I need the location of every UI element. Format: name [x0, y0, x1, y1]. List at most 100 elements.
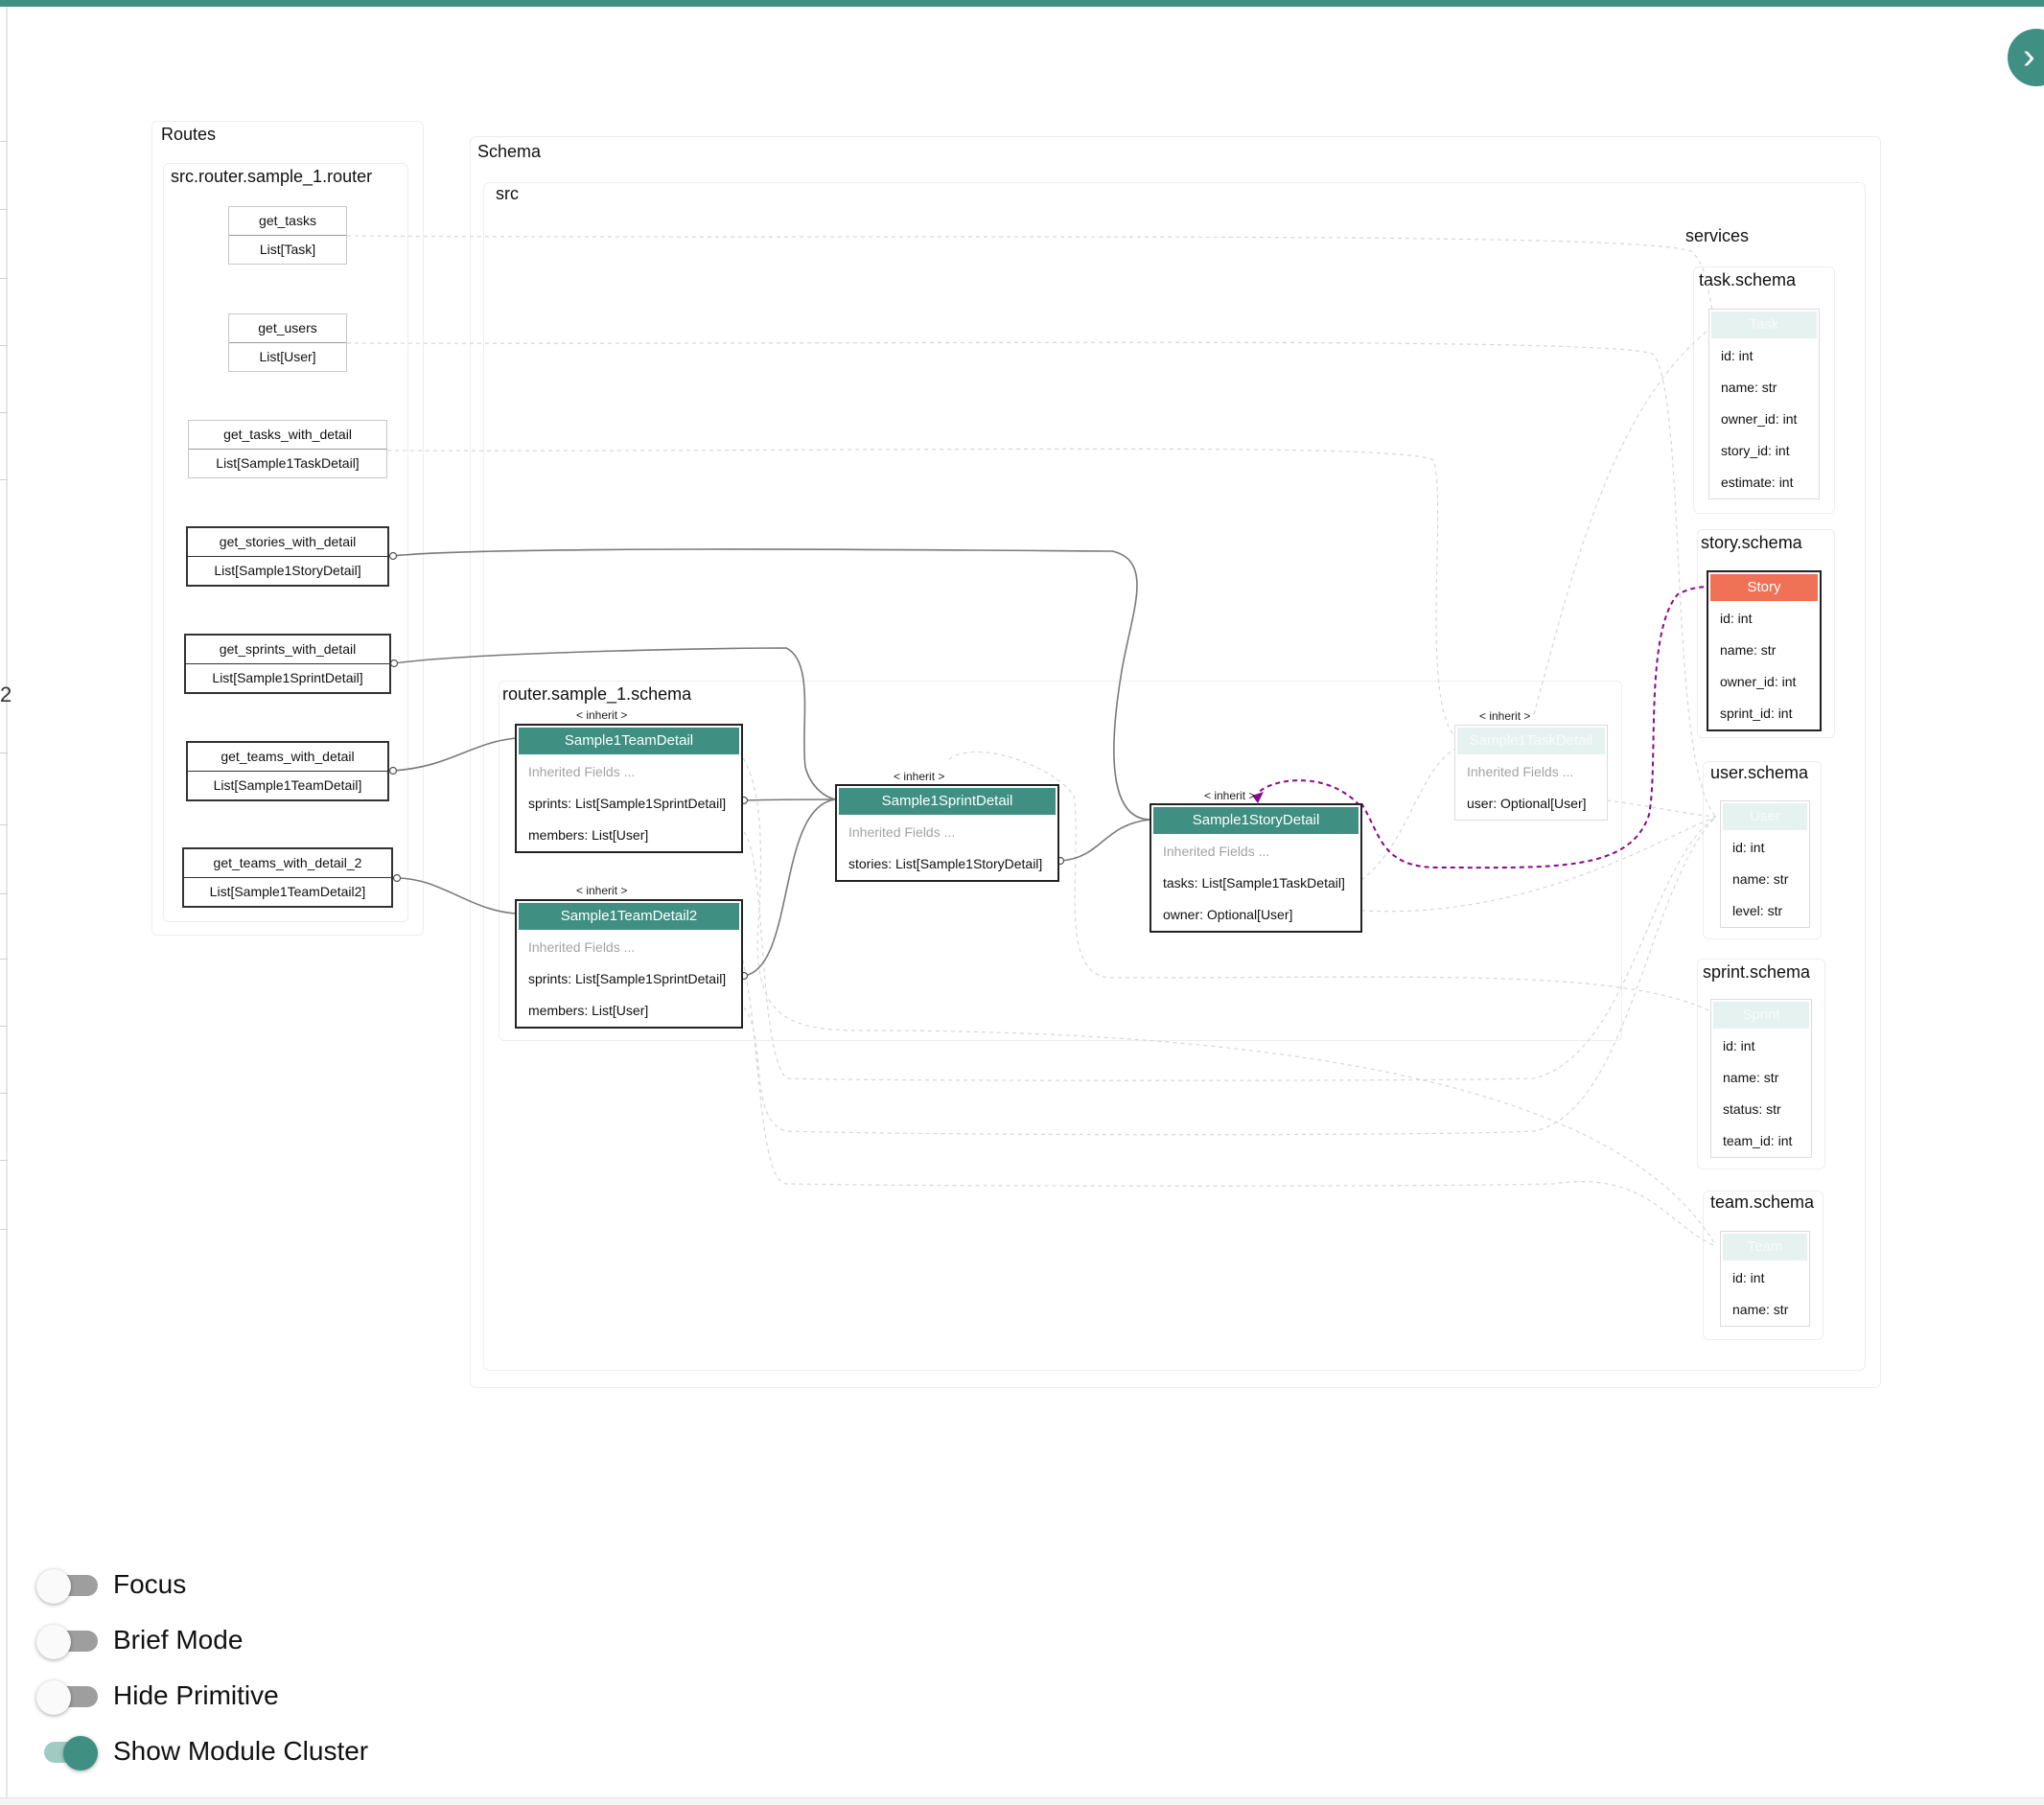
route-return-type: List[Sample1TeamDetail2]: [184, 877, 391, 906]
route-name: get_users: [258, 320, 317, 336]
route-name: get_teams_with_detail_2: [213, 855, 362, 870]
schema-title: Story: [1710, 574, 1818, 601]
schema-title: Sample1TeamDetail2: [519, 903, 739, 930]
schema-sample1-sprint-detail[interactable]: Sample1SprintDetail Inherited Fields ...…: [835, 784, 1059, 882]
toggle-switch[interactable]: [36, 1736, 100, 1770]
route-get-tasks-with-detail[interactable]: get_tasks_with_detail List[Sample1TaskDe…: [188, 420, 387, 478]
toggle-knob: [36, 1625, 71, 1659]
primary-edges: [392, 548, 1151, 977]
schema-field: owner_id: int: [1720, 674, 1797, 689]
schema-field: owner: Optional[User]: [1163, 907, 1293, 922]
edge-sprint-stories-to-story-detail: [1059, 819, 1151, 862]
schema-sample1-team-detail2[interactable]: Sample1TeamDetail2 Inherited Fields ... …: [515, 899, 743, 1029]
toggle-label: Hide Primitive: [113, 1680, 279, 1710]
schema-field: name: str: [1732, 1302, 1789, 1317]
route-name: get_sprints_with_detail: [219, 641, 357, 657]
schema-story[interactable]: Story id: int name: str owner_id: int sp…: [1707, 570, 1822, 731]
edge-story-detail-tasks-to-task-detail: [1360, 747, 1458, 881]
edge-get-teams-to-team-detail: [392, 737, 517, 772]
schema-field: name: str: [1723, 1070, 1779, 1085]
edge-task-detail-to-task: [1533, 323, 1717, 715]
toggle-label: Show Module Cluster: [113, 1736, 369, 1766]
schema-title: Task: [1711, 312, 1817, 338]
edge-team-sprints-to-sprint-detail: [743, 798, 837, 801]
route-get-tasks[interactable]: get_tasks List[Task]: [228, 206, 347, 265]
inherited-fields[interactable]: Inherited Fields ...: [1151, 836, 1360, 868]
port-marker: [392, 873, 402, 883]
schema-field: user: Optional[User]: [1467, 796, 1587, 811]
schema-task[interactable]: Task id: int name: str owner_id: int sto…: [1708, 309, 1820, 499]
schema-title: Sprint: [1713, 1002, 1809, 1029]
inherited-fields[interactable]: Inherited Fields ...: [517, 756, 741, 788]
toggle-label: Brief Mode: [113, 1625, 244, 1655]
schema-sample1-team-detail[interactable]: Sample1TeamDetail Inherited Fields ... s…: [515, 724, 743, 853]
schema-field: id: int: [1732, 840, 1765, 855]
inherited-fields[interactable]: Inherited Fields ...: [1455, 756, 1607, 788]
route-name: get_teams_with_detail: [221, 749, 355, 764]
schema-sample1-task-detail[interactable]: Sample1TaskDetail Inherited Fields ... u…: [1454, 725, 1608, 821]
edge-get-stories-to-story-detail: [392, 548, 1151, 821]
toggle-switch[interactable]: [36, 1680, 100, 1715]
route-get-sprints-with-detail[interactable]: get_sprints_with_detail List[Sample1Spri…: [184, 634, 391, 694]
route-name: get_tasks: [259, 213, 316, 228]
route-return-type: List[Sample1TaskDetail]: [189, 449, 386, 477]
schema-field: members: List[User]: [528, 827, 649, 843]
edge-story-inherit-highlight: [1257, 779, 1360, 806]
route-return-type: List[Sample1StoryDetail]: [188, 556, 387, 585]
inherited-fields[interactable]: Inherited Fields ...: [517, 932, 741, 963]
schema-field: story_id: int: [1721, 443, 1790, 458]
schema-sample1-story-detail[interactable]: Sample1StoryDetail Inherited Fields ... …: [1150, 803, 1362, 933]
route-name: get_tasks_with_detail: [223, 427, 352, 442]
schema-title: User: [1723, 803, 1807, 830]
schema-title: Sample1TeamDetail: [519, 728, 739, 754]
route-name: get_stories_with_detail: [219, 534, 357, 549]
schema-sprint[interactable]: Sprint id: int name: str status: str tea…: [1710, 999, 1812, 1158]
edge-task-detail-user-to-user: [1606, 799, 1717, 818]
route-get-teams-with-detail-2[interactable]: get_teams_with_detail_2 List[Sample1Team…: [182, 847, 393, 908]
route-return-type: List[Sample1TeamDetail]: [188, 771, 387, 799]
inherit-label: < inherit >: [576, 708, 628, 722]
route-get-teams-with-detail[interactable]: get_teams_with_detail List[Sample1TeamDe…: [186, 741, 389, 801]
schema-field: stories: List[Sample1StoryDetail]: [848, 856, 1043, 871]
schema-title: Team: [1723, 1234, 1807, 1261]
inherit-label: < inherit >: [576, 884, 628, 897]
schema-field: id: int: [1720, 611, 1753, 626]
schema-field: tasks: List[Sample1TaskDetail]: [1163, 875, 1345, 891]
schema-field: team_id: int: [1723, 1133, 1793, 1148]
schema-field: members: List[User]: [528, 1003, 649, 1018]
schema-user[interactable]: User id: int name: str level: str: [1720, 800, 1810, 928]
route-get-users[interactable]: get_users List[User]: [228, 313, 347, 372]
inherited-fields[interactable]: Inherited Fields ...: [837, 817, 1057, 848]
edge-story-detail-owner-to-user: [1360, 816, 1717, 913]
schema-field: name: str: [1720, 642, 1777, 658]
schema-field: id: int: [1721, 348, 1754, 363]
schema-field: status: str: [1723, 1101, 1781, 1117]
schema-field: level: str: [1732, 903, 1783, 918]
route-get-stories-with-detail[interactable]: get_stories_with_detail List[Sample1Stor…: [186, 526, 389, 587]
port-marker: [389, 659, 399, 668]
toggle-knob: [63, 1736, 98, 1770]
schema-field: id: int: [1732, 1270, 1765, 1285]
schema-field: sprints: List[Sample1SprintDetail]: [528, 971, 727, 986]
route-return-type: List[Sample1SprintDetail]: [186, 663, 389, 692]
toggle-switch[interactable]: [36, 1569, 100, 1604]
toggle-knob: [36, 1680, 71, 1715]
inherit-label: < inherit >: [894, 770, 945, 783]
inherit-label: < inherit >: [1204, 789, 1256, 802]
schema-title: Sample1TaskDetail: [1457, 728, 1605, 754]
schema-field: sprint_id: int: [1720, 706, 1793, 721]
edge-team2-inherit-to-team: [708, 902, 1717, 1247]
route-return-type: List[Task]: [229, 235, 346, 264]
schema-field: sprints: List[Sample1SprintDetail]: [528, 796, 727, 811]
schema-title: Sample1SprintDetail: [839, 788, 1056, 815]
schema-title: Sample1StoryDetail: [1153, 807, 1359, 834]
schema-team[interactable]: Team id: int name: str: [1720, 1231, 1810, 1327]
schema-field: id: int: [1723, 1038, 1755, 1053]
toggle-label: Focus: [113, 1569, 187, 1599]
port-marker: [388, 551, 398, 561]
schema-field: name: str: [1721, 380, 1777, 395]
inherit-label: < inherit >: [1479, 709, 1531, 723]
edge-get-tasks-to-task: [346, 235, 1719, 325]
toggle-knob: [36, 1569, 71, 1604]
toggle-switch[interactable]: [36, 1625, 100, 1659]
